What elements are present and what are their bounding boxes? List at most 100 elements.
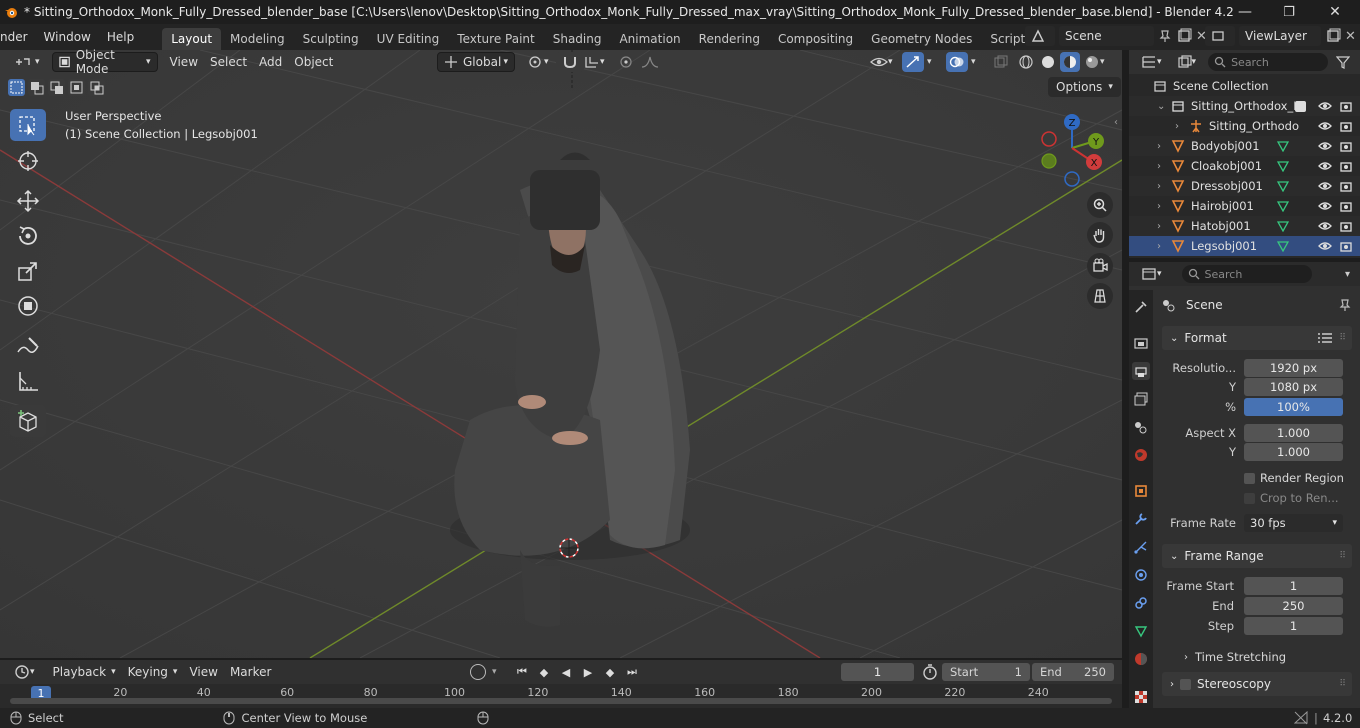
viewport-menu-select[interactable]: Select: [204, 52, 253, 72]
object-mode-dropdown[interactable]: Object Mode ▾: [51, 48, 158, 76]
particles-tab[interactable]: [1132, 538, 1150, 556]
frame-end-field[interactable]: 250: [1244, 597, 1343, 615]
viewport-menu-view[interactable]: View: [164, 52, 204, 72]
pin-icon[interactable]: [1338, 298, 1352, 312]
mesh-data-icon[interactable]: [1277, 220, 1289, 232]
visibility-button[interactable]: ▾: [864, 52, 899, 72]
outliner-row-hatobj001[interactable]: › Hatobj001: [1129, 216, 1360, 236]
close-button[interactable]: ✕: [1312, 0, 1358, 24]
keying-menu[interactable]: Keying ▾: [122, 662, 184, 682]
falloff-button[interactable]: [634, 52, 670, 72]
xray-icon[interactable]: [994, 55, 1008, 69]
stereoscopy-checkbox[interactable]: [1180, 678, 1191, 690]
scene-browse-button[interactable]: [1025, 26, 1055, 46]
workspace-tab-texture-paint[interactable]: Texture Paint: [448, 28, 543, 50]
outliner-editor-type[interactable]: ▾: [1135, 52, 1168, 72]
format-panel-header[interactable]: ⌄ Format ⠿: [1162, 326, 1352, 350]
eye-icon[interactable]: [1318, 100, 1332, 112]
perspective-toggle-button[interactable]: [1087, 283, 1113, 309]
workspace-tab-animation[interactable]: Animation: [610, 28, 689, 50]
resolution-x-field[interactable]: 1920 px: [1244, 359, 1343, 377]
outliner-row-sitting-orthodox-m[interactable]: ⌄ Sitting_Orthodox_M: [1129, 96, 1360, 116]
workspace-tab-compositing[interactable]: Compositing: [769, 28, 862, 50]
texture-tab[interactable]: [1132, 688, 1150, 706]
mesh-data-icon[interactable]: [1277, 140, 1289, 152]
frame-step-field[interactable]: 1: [1244, 617, 1343, 635]
solid-shading-button[interactable]: [1038, 52, 1058, 72]
workspace-tab-sculpting[interactable]: Sculpting: [294, 28, 368, 50]
mesh-data-icon[interactable]: [1277, 200, 1289, 212]
physics-tab[interactable]: [1132, 566, 1150, 584]
timeline-scrollbar[interactable]: [10, 698, 1112, 704]
workspace-tab-modeling[interactable]: Modeling: [221, 28, 294, 50]
timeline-view-menu[interactable]: View: [183, 662, 223, 682]
workspace-tab-layout[interactable]: Layout: [162, 28, 222, 50]
scene-tab[interactable]: [1132, 418, 1150, 436]
pin-icon[interactable]: [1158, 29, 1172, 43]
material-preview-button[interactable]: [1060, 52, 1080, 72]
outliner-row-dressobj001[interactable]: › Dressobj001: [1129, 176, 1360, 196]
start-frame-field[interactable]: Start 1: [942, 663, 1030, 681]
transform-orientation-dropdown[interactable]: Global ▾: [437, 52, 515, 72]
new-scene-icon[interactable]: [1176, 28, 1192, 44]
crop-render-checkbox[interactable]: Crop to Ren...: [1244, 491, 1339, 505]
rotate-tool[interactable]: [10, 220, 46, 252]
display-mode-button[interactable]: ▾: [1172, 52, 1203, 72]
properties-search[interactable]: Search: [1181, 265, 1312, 283]
minimize-button[interactable]: —: [1222, 0, 1268, 24]
prev-keyframe-icon[interactable]: ◆: [534, 666, 554, 679]
current-frame-field[interactable]: 1: [841, 663, 914, 681]
timeline-ruler[interactable]: 1 20 40 60 80 100 120 140 160 180 200 220 240: [0, 684, 1122, 708]
stopwatch-icon[interactable]: [922, 664, 938, 680]
outliner-row-scene-collection[interactable]: Scene Collection: [1129, 76, 1360, 96]
camera-render-icon[interactable]: [1340, 180, 1352, 192]
marker-menu[interactable]: Marker: [224, 662, 277, 682]
view-layer-tab[interactable]: [1132, 390, 1150, 408]
chevron-right-icon[interactable]: ›: [1157, 161, 1161, 172]
frame-range-panel-header[interactable]: ⌄ Frame Range ⠿: [1162, 544, 1352, 568]
play-reverse-icon[interactable]: ◀: [556, 666, 576, 679]
time-stretching-subpanel[interactable]: › Time Stretching: [1184, 650, 1286, 664]
camera-render-icon[interactable]: [1340, 140, 1352, 152]
rendered-shading-button[interactable]: [1082, 52, 1102, 72]
editor-type-button[interactable]: ▾: [8, 52, 46, 72]
resolution-percent-slider[interactable]: 100%: [1244, 398, 1343, 416]
workspace-tab-geometry-nodes[interactable]: Geometry Nodes: [862, 28, 981, 50]
chevron-right-icon[interactable]: ›: [1157, 141, 1161, 152]
viewport-menu-add[interactable]: Add: [253, 52, 288, 72]
eye-icon[interactable]: [1318, 200, 1332, 212]
chevron-down-icon[interactable]: ▾: [1100, 57, 1105, 67]
select-new-button[interactable]: [8, 79, 25, 96]
new-viewlayer-icon[interactable]: [1325, 28, 1341, 44]
transform-tool[interactable]: [10, 290, 46, 322]
tool-tab[interactable]: [1132, 298, 1150, 316]
chevron-right-icon[interactable]: ›: [1175, 121, 1179, 132]
eye-icon[interactable]: [1318, 180, 1332, 192]
3d-viewport[interactable]: Z Y X: [0, 50, 1122, 658]
navigation-gizmo[interactable]: Z Y X: [1030, 112, 1112, 194]
cursor-tool[interactable]: [10, 145, 46, 177]
presets-list-icon[interactable]: [1317, 332, 1333, 344]
chevron-down-icon[interactable]: ▾: [492, 667, 497, 677]
camera-render-icon[interactable]: [1340, 240, 1352, 252]
chevron-down-icon[interactable]: ▾: [1345, 269, 1350, 280]
aspect-x-field[interactable]: 1.000: [1244, 424, 1343, 442]
gizmo-toggle[interactable]: [902, 52, 924, 72]
outliner-row-sitting-orthodo[interactable]: › Sitting_Orthodo: [1129, 116, 1360, 136]
scale-tool[interactable]: [10, 255, 46, 287]
render-region-checkbox[interactable]: Render Region: [1244, 471, 1344, 485]
object-tab[interactable]: [1132, 482, 1150, 500]
snap-target-button[interactable]: ▾: [578, 52, 611, 72]
collection-checkbox[interactable]: [1295, 100, 1306, 112]
chevron-down-icon[interactable]: ⌄: [1157, 101, 1165, 112]
modifiers-tab[interactable]: [1132, 510, 1150, 528]
chevron-down-icon[interactable]: ▾: [971, 57, 976, 67]
end-frame-field[interactable]: End 250: [1032, 663, 1114, 681]
frame-rate-dropdown[interactable]: 30 fps ▾: [1244, 514, 1343, 532]
workspace-tab-shading[interactable]: Shading: [544, 28, 611, 50]
chevron-right-icon[interactable]: ›: [1157, 181, 1161, 192]
pivot-point-button[interactable]: ▾: [522, 52, 555, 72]
data-tab[interactable]: [1132, 622, 1150, 640]
camera-render-icon[interactable]: [1340, 160, 1352, 172]
measure-tool[interactable]: [10, 365, 46, 397]
